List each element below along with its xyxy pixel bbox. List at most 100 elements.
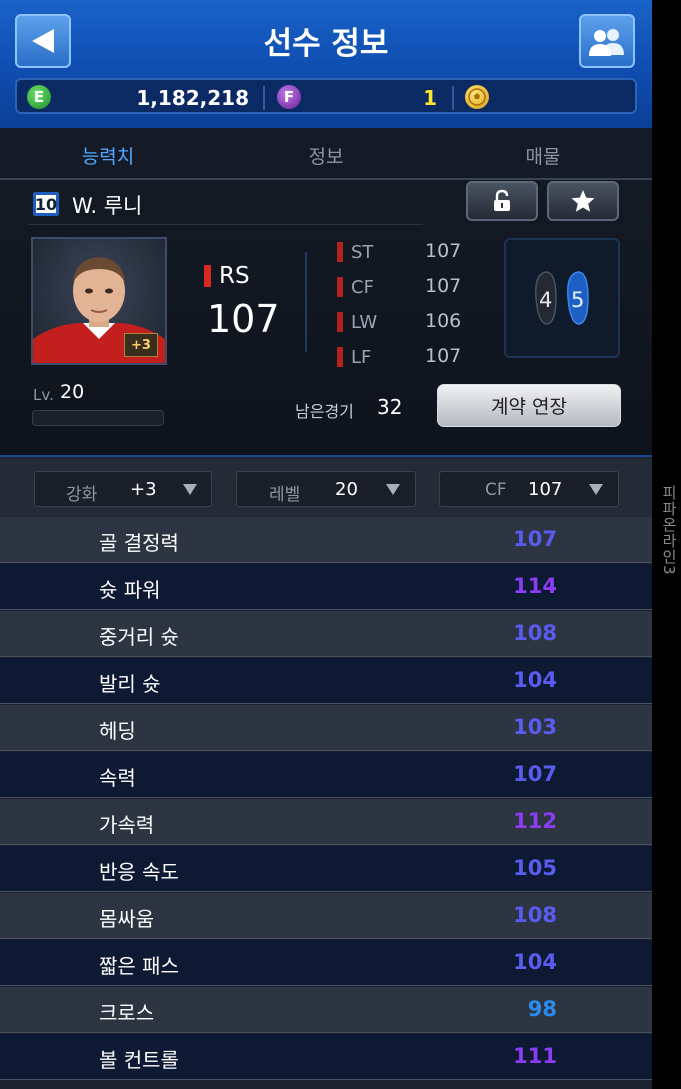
main-position: RS	[219, 263, 250, 289]
header: 선수 정보 E 1,182,218 F 1	[0, 0, 652, 128]
position-row: CF 107	[337, 273, 467, 303]
tab-info[interactable]: 정보	[246, 142, 406, 169]
position-name: CF	[351, 277, 374, 298]
page-title: 선수 정보	[263, 26, 389, 62]
stat-row: 속력 107	[0, 752, 652, 798]
chevron-down-icon	[589, 484, 603, 495]
stat-row: 볼 컨트롤 111	[0, 1034, 652, 1080]
stat-row: 짧은 패스 104	[0, 940, 652, 986]
stat-name: 가속력	[99, 813, 155, 837]
player-panel: 10 W. 루니 +3 RS 107 ST 107 CF 107 LW 106 …	[0, 180, 652, 457]
position-value: 106	[425, 310, 462, 332]
dropdown-value: 107	[528, 479, 563, 500]
stat-name: 슛 파워	[99, 578, 161, 602]
divider	[305, 252, 307, 352]
stat-name: 발리 슛	[99, 672, 161, 696]
e-point-icon: E	[27, 85, 51, 109]
position-row: ST 107	[337, 238, 467, 268]
enhance-badge: +3	[124, 333, 158, 357]
footprint-icon	[534, 271, 589, 325]
stat-value: 98	[527, 997, 557, 1021]
stat-value: 103	[513, 715, 557, 739]
stat-row: 중거리 슛 108	[0, 611, 652, 657]
stat-row: 헤딩 103	[0, 705, 652, 751]
stat-row: 크로스 98	[0, 987, 652, 1033]
dropdown-value: +3	[130, 479, 157, 500]
position-value: 107	[425, 345, 462, 367]
stat-value: 108	[513, 621, 557, 645]
tab-abilities[interactable]: 능력치	[28, 142, 188, 169]
divider	[452, 86, 454, 110]
position-marker	[204, 265, 211, 287]
currency-bar: E 1,182,218 F 1	[15, 78, 637, 114]
divider	[28, 224, 423, 225]
e-point-amount: 1,182,218	[136, 86, 249, 110]
position-name: LF	[351, 347, 372, 368]
divider	[0, 455, 652, 457]
dropdown-label: 레벨	[269, 485, 301, 505]
ball-icon	[468, 88, 486, 106]
position-value: 107	[425, 240, 462, 262]
dropdown-label: CF	[485, 480, 507, 500]
stat-name: 골 결정력	[99, 531, 179, 555]
position-marker	[337, 242, 343, 262]
player-number-badge: 10	[33, 192, 59, 216]
lock-button[interactable]	[466, 181, 538, 221]
level-dropdown[interactable]: 레벨 20	[236, 471, 416, 507]
enhance-dropdown[interactable]: 강화 +3	[34, 471, 212, 507]
foot-skill-box: 4 5	[504, 238, 620, 358]
chevron-down-icon	[183, 484, 197, 495]
player-name: W. 루니	[72, 194, 143, 218]
favorite-button[interactable]	[547, 181, 619, 221]
stat-row: 가속력 112	[0, 799, 652, 845]
stat-row: 몸싸움 108	[0, 893, 652, 939]
friends-icon	[589, 29, 624, 56]
stat-name: 크로스	[99, 1001, 155, 1025]
stat-name: 몸싸움	[99, 907, 155, 931]
stat-row: 골 결정력 107	[0, 517, 652, 563]
stat-name: 볼 컨트롤	[99, 1048, 179, 1072]
stat-name: 중거리 슛	[99, 625, 179, 649]
stat-value: 105	[513, 856, 557, 880]
position-marker	[337, 347, 343, 367]
star-icon	[571, 190, 595, 212]
stat-row: 발리 슛 104	[0, 658, 652, 704]
position-name: ST	[351, 242, 374, 263]
weak-foot-value: 4	[539, 288, 553, 312]
strong-foot-value: 5	[571, 288, 585, 312]
player-photo: +3	[31, 237, 167, 365]
position-name: LW	[351, 312, 378, 333]
stat-name: 짧은 패스	[99, 954, 179, 978]
filter-row: 강화 +3 레벨 20 CF 107	[0, 459, 652, 517]
friends-button[interactable]	[579, 14, 635, 68]
position-row: LW 106	[337, 308, 467, 338]
stat-name: 헤딩	[99, 719, 136, 743]
extend-contract-button[interactable]: 계약 연장	[437, 384, 621, 427]
dropdown-label: 강화	[66, 485, 98, 505]
stat-value: 104	[513, 668, 557, 692]
stat-value: 104	[513, 950, 557, 974]
stat-value: 107	[513, 762, 557, 786]
stat-row: 반응 속도 105	[0, 846, 652, 892]
level-value: 20	[60, 381, 85, 403]
remaining-games-label: 남은경기	[295, 402, 354, 421]
gold-ball-icon[interactable]	[465, 85, 489, 109]
position-value: 107	[425, 275, 462, 297]
stats-list: 골 결정력 107 슛 파워 114 중거리 슛 108 발리 슛 104 헤딩 103 속력 107…	[0, 517, 652, 1089]
watermark: 피파온라인3	[660, 485, 678, 576]
f-point-amount: 1	[423, 86, 437, 110]
chevron-down-icon	[386, 484, 400, 495]
stat-value: 112	[513, 809, 557, 833]
level-progress-bar	[32, 410, 164, 426]
level-label: Lv.	[33, 386, 54, 404]
stat-name: 속력	[99, 766, 136, 790]
position-marker	[337, 277, 343, 297]
stat-value: 111	[513, 1044, 557, 1068]
stat-value: 114	[513, 574, 557, 598]
unlock-icon	[494, 189, 510, 211]
stat-row: 슛 파워 114	[0, 564, 652, 610]
position-dropdown[interactable]: CF 107	[439, 471, 619, 507]
app-screen: 선수 정보 E 1,182,218 F 1 능력치 정보 매물 10 W. 루니…	[0, 0, 652, 1089]
tab-market[interactable]: 매물	[463, 142, 623, 169]
divider	[263, 86, 265, 110]
